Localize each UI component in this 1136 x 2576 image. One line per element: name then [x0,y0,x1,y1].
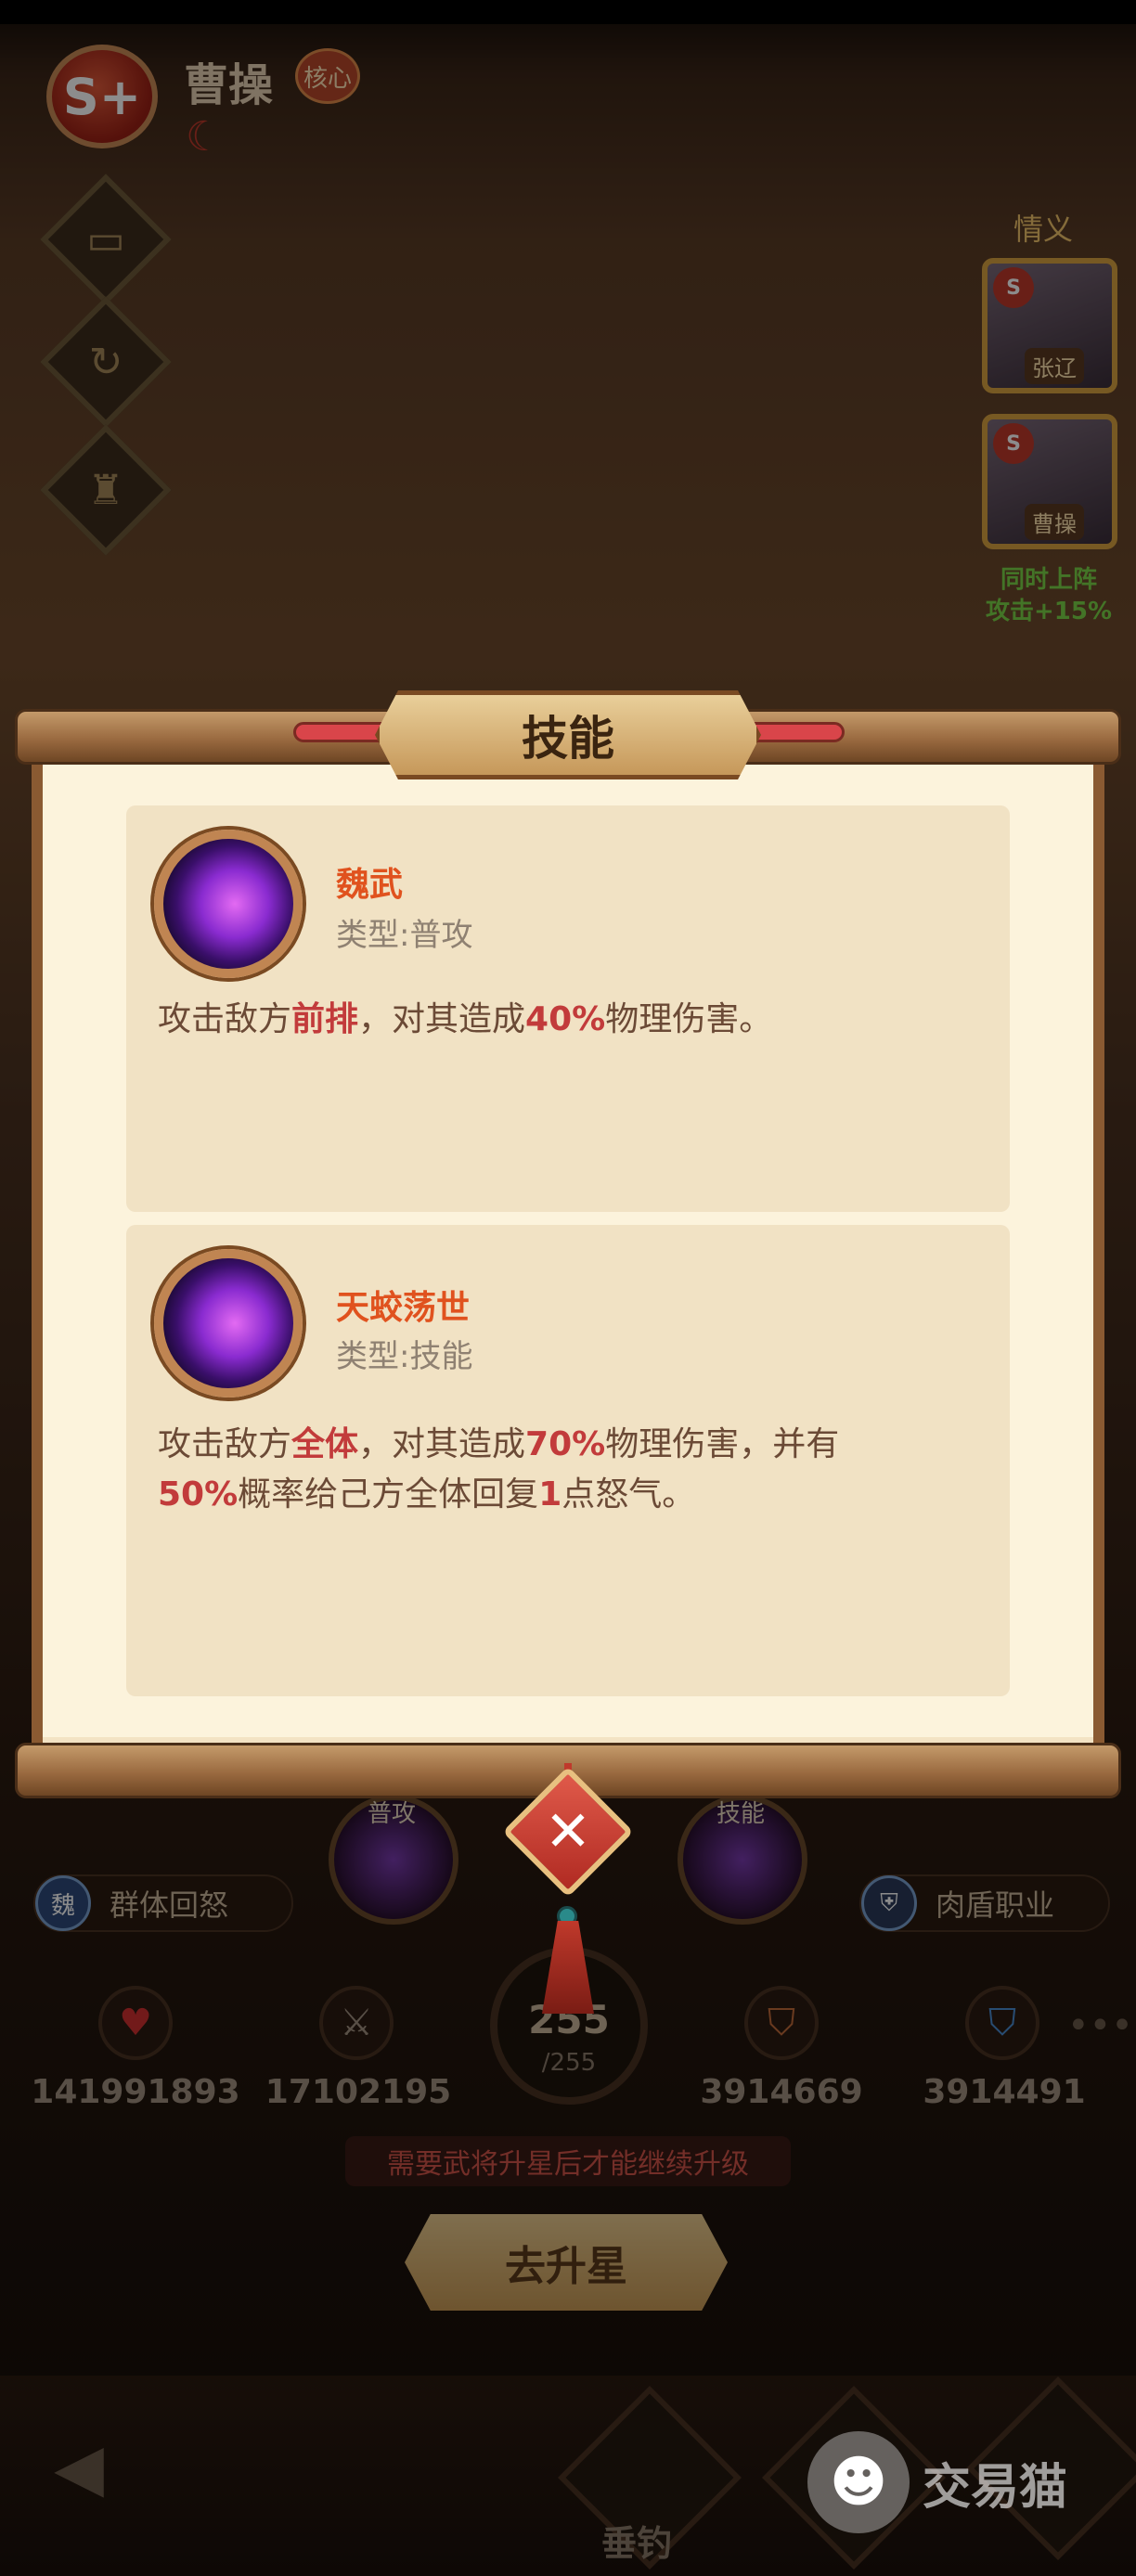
desc-highlight: 1 [538,1475,562,1513]
desc-text: 点怒气。 [562,1475,696,1513]
desc-highlight: 40% [525,1000,606,1038]
desc-text: ，对其造成 [358,1000,526,1038]
skill-name: 魏武 [336,866,404,904]
cat-logo-icon: ☻ [807,2431,910,2533]
skill-icon-tianjiao [154,1249,303,1397]
skill-icon-weiwu [154,830,303,978]
desc-text: 概率给己方全体回复 [238,1475,539,1513]
desc-line-2: 50%概率给己方全体回复1点怒气。 [158,1470,975,1520]
skill-name: 天蛟荡世 [336,1289,471,1327]
desc-text: 物理伤害。 [605,1000,773,1038]
desc-highlight: 50% [158,1475,239,1513]
skill-type: 类型:技能 [336,1338,473,1375]
skill-type: 类型:普攻 [336,917,473,954]
watermark: ☻ 交易猫 [807,2431,1067,2533]
desc-text: 物理伤害，并有 [605,1425,840,1463]
desc-line-1: 攻击敌方全体，对其造成70%物理伤害，并有 [158,1420,975,1470]
desc-highlight: 全体 [291,1425,359,1463]
skill-description: 攻击敌方全体，对其造成70%物理伤害，并有 50%概率给己方全体回复1点怒气。 [158,1420,975,1520]
game-screen: S+ 曹操 核心 ☾ ▭ ↻ ♜ 情义 S 张辽 S 曹操 同时上阵 攻击+15… [0,0,1136,2576]
watermark-text: 交易猫 [923,2459,1068,2516]
skill-description: 攻击敌方前排，对其造成40%物理伤害。 [158,995,975,1045]
desc-text: 攻击敌方 [158,1425,292,1463]
close-icon[interactable]: ✕ [522,1785,614,1878]
modal-title: 技能 [522,712,614,766]
modal-title-plate: 技能 [375,690,761,779]
desc-text: ，对其造成 [358,1425,526,1463]
desc-text: 攻击敌方 [158,1000,292,1038]
desc-highlight: 前排 [291,1000,359,1038]
desc-highlight: 70% [525,1425,606,1463]
